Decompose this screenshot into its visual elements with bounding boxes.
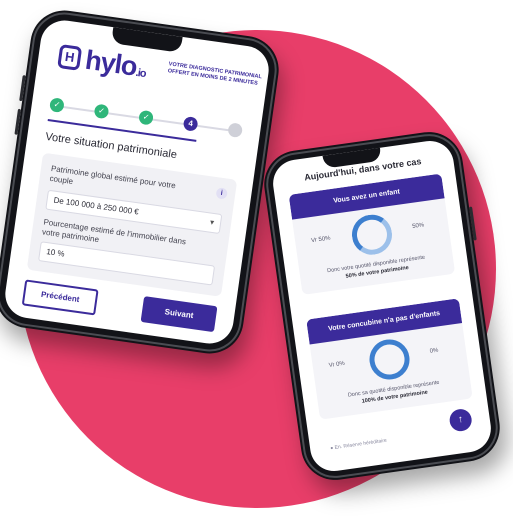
case-card-concubine: Votre concubine n'a pas d'enfants Vr 0% … (306, 298, 473, 420)
phone-form-screen: H hylo.io VOTRE DIAGNOSTIC PATRIMONIAL O… (2, 17, 272, 347)
step-3[interactable]: ✓ (138, 109, 154, 126)
tagline: VOTRE DIAGNOSTIC PATRIMONIAL OFFERT EN M… (167, 61, 263, 87)
step-4[interactable]: 4 (182, 115, 199, 132)
phone-results-screen: Aujourd'hui, dans votre cas Vous avez un… (270, 137, 494, 475)
next-button[interactable]: Suivant (140, 296, 218, 333)
form-card: Patrimoine global estimé pour votre coup… (26, 152, 238, 297)
step-5[interactable] (227, 122, 244, 139)
logo-suffix: .io (134, 66, 147, 81)
phone-side-button (14, 108, 22, 135)
left-percentage: Vr 50% (310, 235, 331, 245)
donut-chart (366, 336, 413, 383)
step-1[interactable]: ✓ (49, 97, 65, 114)
arrow-up-icon[interactable]: ↑ (448, 407, 474, 433)
immobilier-value: 10 % (45, 247, 66, 259)
phone-form: H hylo.io VOTRE DIAGNOSTIC PATRIMONIAL O… (0, 6, 284, 358)
logo-name: hylo (83, 44, 139, 82)
case-card-enfant: Vous avez un enfant Vr 50% 50% Donc votr… (288, 173, 456, 295)
logo[interactable]: hylo.io (83, 45, 148, 84)
chevron-down-icon: ▾ (209, 217, 215, 228)
right-percentage: 50% (411, 222, 425, 230)
step-2[interactable]: ✓ (93, 103, 110, 120)
patrimoine-value: De 100 000 à 250 000 € (53, 195, 140, 217)
info-icon[interactable]: i (215, 187, 228, 200)
phone-side-button (19, 75, 26, 102)
left-percentage: Vr 0% (328, 360, 346, 369)
logo-mark: H (57, 44, 83, 71)
footer-link[interactable]: ● En. Réserve héréditaire (330, 438, 387, 452)
right-percentage: 0% (429, 347, 439, 355)
donut-chart (349, 212, 395, 258)
previous-button[interactable]: Précédent (21, 279, 99, 316)
